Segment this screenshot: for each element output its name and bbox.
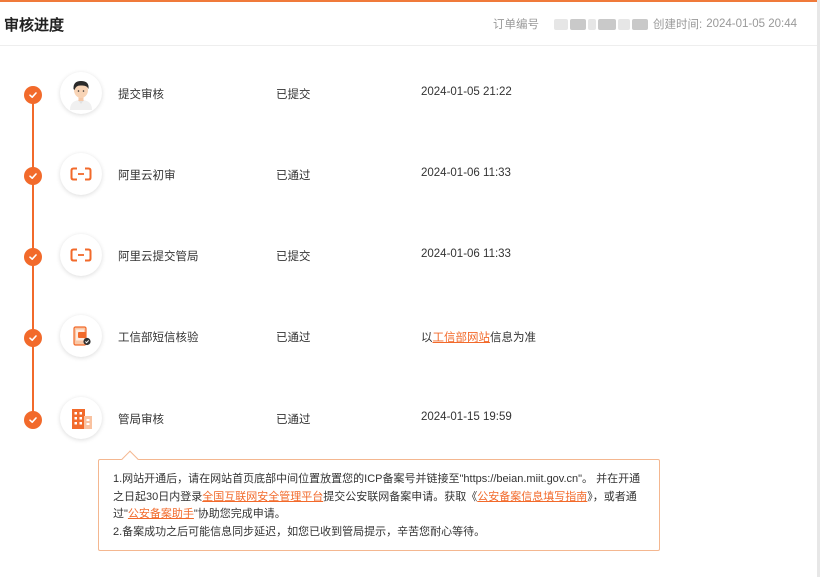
order-meta: 订单编号 创建时间: 2024-01-05 20:44 bbox=[493, 16, 797, 32]
miit-website-link[interactable]: 工信部网站 bbox=[433, 332, 491, 344]
step-time: 2024-01-06 11:33 bbox=[421, 167, 511, 179]
note-prefix: 以 bbox=[421, 332, 433, 344]
notice-paragraph-1: 1.网站开通后，请在网站首页底部中间位置放置您的ICP备案号并链接至"https… bbox=[113, 471, 645, 524]
note-suffix: 信息为准 bbox=[490, 332, 536, 344]
order-number-redacted bbox=[553, 18, 568, 30]
phone-sms-icon bbox=[60, 315, 102, 357]
step-status: 已提交 bbox=[276, 251, 311, 263]
order-number-redacted bbox=[569, 18, 586, 30]
check-icon bbox=[24, 248, 42, 266]
step-status: 已通过 bbox=[276, 332, 311, 344]
notice-box: 1.网站开通后，请在网站首页底部中间位置放置您的ICP备案号并链接至"https… bbox=[98, 459, 660, 551]
page-header: 审核进度 订单编号 创建时间: 2024-01-05 20:44 bbox=[0, 2, 817, 46]
security-platform-link[interactable]: 全国互联网安全管理平台 bbox=[202, 491, 323, 503]
page-title: 审核进度 bbox=[4, 17, 65, 34]
order-number-redacted bbox=[617, 18, 630, 30]
order-number-label: 订单编号 bbox=[492, 19, 539, 31]
step-time-note: 以工信部网站信息为准 bbox=[421, 329, 536, 345]
step-time: 2024-01-05 21:22 bbox=[421, 86, 512, 98]
check-icon bbox=[24, 329, 42, 347]
check-icon bbox=[24, 167, 42, 185]
step-time: 2024-01-15 19:59 bbox=[421, 411, 512, 423]
check-icon bbox=[24, 86, 42, 104]
step-name: 管局审核 bbox=[118, 414, 164, 426]
notice-text: 提交公安联网备案申请。获取《 bbox=[323, 490, 478, 503]
step-name: 提交审核 bbox=[118, 89, 164, 101]
order-number-redacted bbox=[631, 18, 648, 30]
notice-paragraph-2: 2.备案成功之后可能信息同步延迟，如您已收到管局提示，辛苦您耐心等待。 bbox=[113, 525, 486, 538]
created-time-label: 创建时间: bbox=[652, 19, 703, 31]
notice-text: "协助您完成申请。 bbox=[193, 508, 286, 520]
aliyun-logo-icon bbox=[60, 234, 102, 276]
order-number-redacted bbox=[587, 18, 596, 30]
filing-assistant-link[interactable]: 公安备案助手 bbox=[128, 508, 194, 520]
order-number-redacted bbox=[597, 18, 616, 30]
step-status: 已通过 bbox=[276, 170, 311, 182]
filing-guide-link[interactable]: 公安备案信息填写指南 bbox=[477, 491, 587, 503]
step-time: 2024-01-06 11:33 bbox=[421, 248, 511, 260]
check-icon bbox=[24, 411, 42, 429]
step-name: 阿里云提交管局 bbox=[118, 251, 199, 263]
step-name: 阿里云初审 bbox=[118, 170, 176, 182]
building-icon bbox=[60, 397, 102, 439]
created-time-value: 2024-01-05 20:44 bbox=[706, 18, 797, 30]
step-name: 工信部短信核验 bbox=[118, 332, 199, 344]
person-avatar-icon bbox=[60, 72, 102, 114]
step-status: 已提交 bbox=[276, 89, 311, 101]
aliyun-logo-icon bbox=[60, 153, 102, 195]
step-status: 已通过 bbox=[276, 414, 311, 426]
